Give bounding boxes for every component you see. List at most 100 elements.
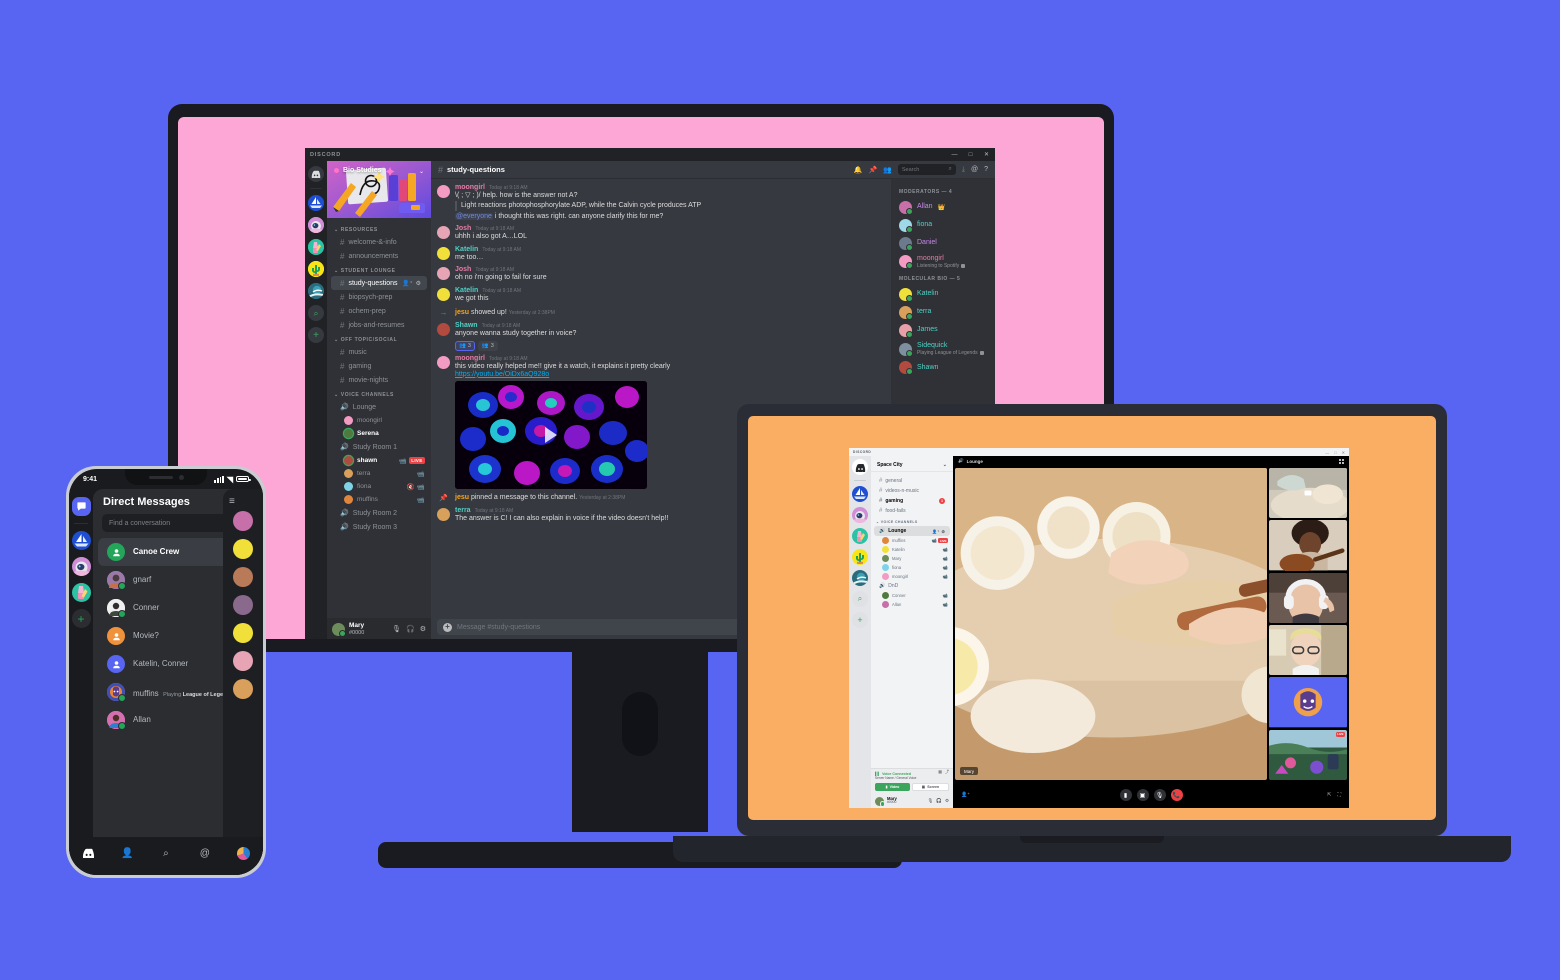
voice-user-muffins[interactable]: muffins 📹 LIVE [871,536,953,545]
avatar[interactable] [233,679,253,699]
guild-icon-paint[interactable] [852,528,868,544]
channel-category-off-topic[interactable]: ⌄ OFF TOPIC/SOCIAL [327,332,431,345]
member-row[interactable]: fiona [891,216,995,234]
guild-add-button[interactable]: + [71,609,91,628]
guild-icon-sailboat[interactable] [852,486,868,502]
guild-icon-sailboat[interactable] [308,195,324,211]
notifications-bell-icon[interactable]: 🔔 [854,166,863,174]
screenshare-button[interactable]: ▣ [1136,789,1149,801]
voice-user-mary[interactable]: Mary 📹 [871,554,953,563]
voice-user-muffins[interactable]: muffins 📹 [327,493,431,506]
voice-channel-study-room-1[interactable]: 🔊 Study Room 1 [331,440,427,454]
message-author[interactable]: Josh [455,225,471,232]
voice-user-katelin[interactable]: Katelin 📹 [871,545,953,554]
dough-rolling-tile[interactable] [1269,468,1347,519]
guild-icon-astronaut[interactable] [71,557,91,576]
guild-home-button[interactable] [308,166,324,182]
channel-study-questions[interactable]: # study-questions 👤⁺ ⚙ [331,276,427,290]
channel-movie-nights[interactable]: # movie-nights [331,373,427,387]
invite-to-call-icon[interactable]: 👤⁺ [961,792,970,798]
member-row[interactable]: Shawn [891,359,995,377]
channel-videos-n-music[interactable]: # videos-n-music [874,486,950,496]
channel-category-voice[interactable]: ⌄ VOICE CHANNELS [327,387,431,400]
headphones-user-tile[interactable] [1269,572,1347,623]
avatar[interactable] [233,567,253,587]
guild-icon-paint[interactable] [308,239,324,255]
play-button-icon[interactable] [545,426,557,443]
channel-settings-gear-icon[interactable]: ⚙ [941,529,945,534]
everyone-mention[interactable]: @everyone [455,212,493,220]
member-row[interactable]: James [891,321,995,339]
channel-jobs-and-resumes[interactable]: # jobs-and-resumes [331,318,427,332]
guitar-player-tile[interactable] [1269,520,1347,571]
invite-member-icon[interactable]: 👤⁺ [402,280,413,287]
member-row[interactable]: Allan 👑 [891,198,995,216]
discord-home-icon[interactable] [80,845,96,861]
member-row[interactable]: Sidequick Playing League of Legends [891,339,995,358]
channel-gaming[interactable]: # gaming 1 [874,496,950,506]
guild-icon-astronaut[interactable] [308,217,324,233]
avatar[interactable] [437,355,450,369]
avatar[interactable] [875,796,885,807]
maximize-icon[interactable]: □ [1334,450,1336,455]
avatar[interactable] [233,651,253,671]
mic-toggle-icon[interactable]: 🎙 [928,798,934,804]
avatar[interactable] [332,622,346,637]
guild-icon-cactus[interactable] [308,261,324,277]
add-attachment-icon[interactable]: + [443,622,452,632]
voice-channel-lounge[interactable]: 🔊 Lounge 👤⁺ ⚙ [874,526,950,536]
voice-user-moongirl[interactable]: moongirl 📹 [871,572,953,581]
user-settings-gear-icon[interactable]: ⚙ [420,625,426,633]
grid-view-icon[interactable] [1339,458,1344,464]
headphones-toggle-icon[interactable]: 🎧 [936,798,942,804]
avatar[interactable] [437,226,450,240]
mentions-icon[interactable]: @ [197,845,213,861]
guild-add-button[interactable]: + [308,327,324,343]
help-icon[interactable]: ? [984,166,988,173]
voice-channel-study-room-3[interactable]: 🔊 Study Room 3 [331,520,427,534]
avatar[interactable] [437,507,450,521]
avatar[interactable] [437,323,450,337]
guild-icon-cactus[interactable] [852,549,868,565]
avatar[interactable] [437,185,450,198]
video-embed[interactable] [455,380,647,489]
guild-explore-button[interactable]: ⌕ [308,305,324,321]
message-author[interactable]: Katelin [455,246,478,253]
voice-user-allan[interactable]: Allan 📹 [871,600,953,609]
phone-dms-button[interactable] [71,497,91,516]
voice-user-serena[interactable]: Serena [327,427,431,440]
voice-user-fiona[interactable]: fiona 🔇 📹 [327,480,431,493]
mic-toggle-button[interactable]: 🎙 [1153,789,1166,801]
avatar[interactable] [437,267,450,281]
friends-icon[interactable]: 👤 [119,845,135,861]
laptop-voice-category[interactable]: ⌄ VOICE CHANNELS [871,516,953,526]
game-stream-tile[interactable]: LIVE [1269,729,1347,780]
mic-toggle-icon[interactable]: 🎙 [392,625,401,633]
profile-avatar-icon[interactable] [236,845,252,861]
channel-settings-gear-icon[interactable]: ⚙ [416,280,421,287]
close-icon[interactable]: ✕ [983,151,990,158]
channel-welcome-info[interactable]: # welcome-&-info [331,235,427,249]
screen-share-button[interactable]: ▣ Screen [912,783,949,791]
fullscreen-icon[interactable]: ⛶ [1337,792,1341,798]
search-input[interactable]: Search ⌕ [897,164,956,175]
reaction[interactable]: 👥 3 [477,340,498,351]
maximize-icon[interactable]: □ [967,151,974,158]
glasses-user-tile[interactable] [1269,624,1347,676]
message-author[interactable]: moongirl [455,184,485,191]
channel-biopsych-prep[interactable]: # biopsych-prep [331,290,427,304]
laptop-server-header[interactable]: Space City ⌄ [871,459,953,472]
voice-channel-dnd[interactable]: 🔊 DnD [874,581,950,591]
avatar[interactable] [437,246,450,260]
user-settings-gear-icon[interactable]: ⚙ [945,798,949,804]
guild-icon-planet[interactable] [308,283,324,299]
server-dropdown-chevron-icon[interactable]: ⌄ [419,168,424,175]
guild-add-button[interactable]: + [852,612,868,628]
message-author[interactable]: moongirl [455,355,485,362]
reaction[interactable]: 👥 3 [455,340,475,351]
channel-category-resources[interactable]: ⌄ RESOURCES [327,222,431,235]
voice-user-terra[interactable]: terra 📹 [327,467,431,480]
avatar[interactable] [233,595,253,615]
server-banner[interactable]: Bio Studies ⌄ [327,161,431,218]
invite-member-icon[interactable]: 👤⁺ [932,529,939,534]
